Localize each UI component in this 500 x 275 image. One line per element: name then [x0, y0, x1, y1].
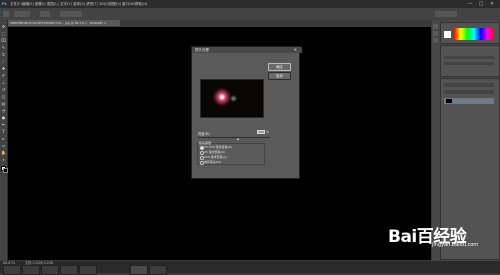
path-select-tool-icon[interactable]: ▸: [1, 136, 6, 141]
lens-label-50-300[interactable]: 50-300 毫米变焦(Z): [204, 145, 232, 149]
menu-image[interactable]: 图像(I): [35, 2, 46, 7]
options-field-1[interactable]: [14, 11, 30, 17]
lens-label-105[interactable]: 105 毫米聚焦(L): [204, 155, 227, 159]
crop-tool-icon[interactable]: ⌗: [1, 52, 6, 57]
window-controls: — □ ✕: [464, 0, 500, 8]
dodge-tool-icon[interactable]: ●: [1, 115, 6, 120]
menu-edit[interactable]: 编辑(E): [22, 2, 34, 7]
pen-tool-icon[interactable]: ✒: [1, 122, 6, 127]
layers-blend-row[interactable]: [444, 90, 494, 94]
color-spectrum[interactable]: [454, 28, 494, 40]
layers-filter-row[interactable]: [444, 83, 494, 87]
tools-panel: ✥ ⬚ ↀ ✎ ⌗ ⁄ ✚ ✐ ⊥ ↺ ◫ ▤ ◔ ● ✒ T ▸ ▭ ✋ ⌕: [0, 20, 8, 261]
lens-flare-dialog: 镜头光晕 ✕ 确定 取消 亮度(B): 100 % 镜头类型 50-300 毫米…: [191, 46, 302, 179]
menu-help[interactable]: 帮助(H): [135, 2, 147, 7]
marquee-tool-icon[interactable]: ⬚: [1, 31, 6, 36]
properties-panel-icon[interactable]: [433, 31, 438, 36]
taskbar-item-photoshop[interactable]: [130, 265, 148, 275]
layer-thumbnail: [446, 99, 452, 103]
blur-tool-icon[interactable]: ◔: [1, 108, 6, 113]
close-button[interactable]: ✕: [488, 1, 496, 7]
adjustments-panel: [440, 45, 500, 77]
menu-bar: Ps 文件(F) 编辑(E) 图像(I) 图层(L) 文字(Y) 选择(S) 滤…: [0, 0, 500, 8]
close-icon[interactable]: ✕: [294, 47, 297, 53]
hand-tool-icon[interactable]: ✋: [1, 150, 6, 155]
taskbar-item[interactable]: [3, 265, 21, 275]
quick-select-tool-icon[interactable]: ✎: [1, 45, 6, 50]
menu-file[interactable]: 文件(F): [10, 2, 22, 7]
lens-label-35[interactable]: 35 毫米聚焦(K): [204, 150, 225, 154]
cancel-button[interactable]: 取消: [268, 72, 291, 80]
fg-color-preview[interactable]: [444, 31, 451, 38]
eraser-tool-icon[interactable]: ◫: [1, 94, 6, 99]
workspace-switcher[interactable]: [435, 11, 457, 17]
brightness-unit: %: [266, 130, 270, 134]
minimize-button[interactable]: —: [466, 1, 474, 7]
maximize-button[interactable]: □: [477, 1, 485, 7]
options-field-3[interactable]: [60, 11, 82, 17]
menu-window[interactable]: 窗口(W): [122, 2, 135, 7]
status-bar: 66.67% 文档:3.00M/3.00M: [0, 261, 500, 275]
ok-button[interactable]: 确定: [268, 63, 291, 71]
menu-select[interactable]: 选择(S): [73, 2, 85, 7]
lens-label-movie[interactable]: 电影镜头(M): [204, 160, 221, 164]
watermark-url: jingyan.baidu.com: [432, 242, 479, 248]
tool-preset-icon[interactable]: [3, 11, 9, 17]
brightness-slider-thumb[interactable]: [237, 138, 239, 140]
healing-tool-icon[interactable]: ✚: [1, 66, 6, 71]
app-logo: Ps: [2, 2, 7, 6]
brush-tool-icon[interactable]: ✐: [1, 73, 6, 78]
menu-3d[interactable]: 3D(D): [99, 2, 109, 6]
taskbar-item[interactable]: [79, 265, 97, 275]
eyedropper-tool-icon[interactable]: ⁄: [1, 59, 6, 64]
type-tool-icon[interactable]: T: [1, 129, 6, 134]
stamp-tool-icon[interactable]: ⊥: [1, 80, 6, 85]
options-field-2[interactable]: [40, 11, 50, 17]
menu-type[interactable]: 文字(Y): [60, 2, 72, 7]
lasso-tool-icon[interactable]: ↀ: [1, 38, 6, 43]
gradient-tool-icon[interactable]: ▤: [1, 101, 6, 106]
flare-center[interactable]: [213, 88, 231, 106]
menu-filter[interactable]: 滤镜(T): [86, 2, 98, 7]
shape-tool-icon[interactable]: ▭: [1, 143, 6, 148]
taskbar-item[interactable]: [41, 265, 59, 275]
brightness-input[interactable]: 100: [257, 130, 265, 134]
color-panel: [440, 22, 500, 44]
brightness-slider[interactable]: [198, 137, 270, 140]
history-brush-tool-icon[interactable]: ↺: [1, 87, 6, 92]
move-tool-icon[interactable]: ✥: [1, 24, 6, 29]
taskbar-item[interactable]: [60, 265, 78, 275]
taskbar-item[interactable]: [22, 265, 40, 275]
document-tab-bar: 08B0F8EA8C5C6D9E7A5E4BC7D5... jpg @ 66.7…: [7, 20, 431, 26]
adjustments-row: [444, 62, 494, 65]
flare-ghost: [230, 95, 237, 102]
baidu-jingyan-watermark: Bai百经验 jingyan.baidu.com: [388, 218, 492, 248]
menu-view[interactable]: 视图(V): [109, 2, 121, 7]
taskbar-item[interactable]: [149, 265, 167, 275]
adjustments-row: [444, 56, 494, 59]
zoom-tool-icon[interactable]: ⌕: [1, 157, 6, 162]
dialog-title: 镜头光晕: [192, 47, 302, 53]
flare-preview[interactable]: [200, 79, 264, 118]
history-panel-icon[interactable]: [433, 24, 438, 29]
menu-layer[interactable]: 图层(L): [47, 2, 59, 7]
document-tab[interactable]: 08B0F8EA8C5C6D9E7A5E4BC7D5... jpg @ 66.7…: [7, 20, 120, 26]
brightness-label: 亮度(B):: [198, 132, 211, 136]
adjust-panel-icon[interactable]: [433, 38, 438, 43]
